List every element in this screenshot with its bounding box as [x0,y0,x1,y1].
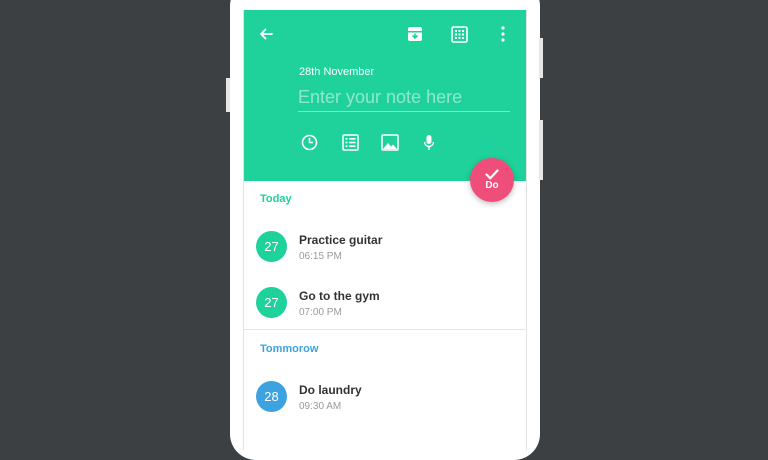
note-header: 28th November [244,10,526,181]
task-day-badge: 27 [256,287,287,318]
section-header-tomorrow: Tommorow [260,343,319,355]
task-title: Go to the gym [299,289,380,303]
task-item[interactable]: 27 Go to the gym 07:00 PM [244,275,526,331]
phone-side-button [539,38,543,78]
arrow-left-icon[interactable] [256,24,276,44]
list-icon[interactable] [340,132,360,152]
phone-side-button [539,120,543,180]
task-time: 09:30 AM [299,401,342,412]
task-time: 07:00 PM [299,307,342,318]
calendar-grid-icon[interactable] [448,23,470,45]
task-item[interactable]: 27 Practice guitar 06:15 PM [244,219,526,275]
app-screen: 28th November Do Today 27 Practice guita… [243,10,527,450]
image-icon[interactable] [380,132,400,152]
task-item[interactable]: 28 Do laundry 09:30 AM [244,369,526,425]
section-header-today: Today [260,193,292,205]
more-vert-icon[interactable] [494,23,512,45]
note-input[interactable] [298,83,510,112]
clock-icon[interactable] [299,132,319,152]
task-day-badge: 27 [256,231,287,262]
section-divider [244,329,526,330]
phone-side-button [226,78,230,112]
task-title: Do laundry [299,383,362,397]
fab-label: Do [485,180,499,191]
mic-icon[interactable] [419,132,439,152]
check-icon [485,169,499,180]
task-day-badge: 28 [256,381,287,412]
note-date: 28th November [299,66,375,78]
archive-icon[interactable] [404,23,426,45]
task-time: 06:15 PM [299,251,342,262]
do-fab-button[interactable]: Do [470,158,514,202]
task-title: Practice guitar [299,233,383,247]
